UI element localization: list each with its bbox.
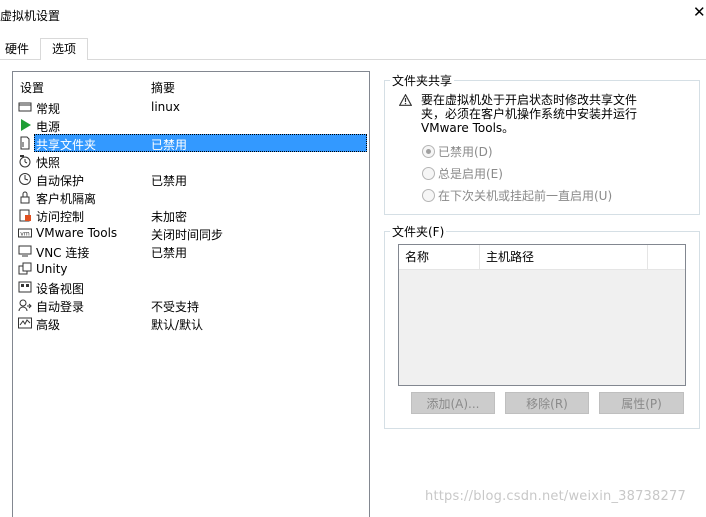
settings-row[interactable]: 访问控制 未加密	[13, 206, 367, 224]
watermark: https://blog.csdn.net/weixin_38738277	[425, 489, 686, 504]
lock-icon	[20, 191, 30, 204]
settings-row-summary: 未加密	[151, 210, 188, 224]
warning-line: VMware Tools。	[421, 121, 515, 135]
folder-sharing-warning: 要在虚拟机处于开启状态时修改共享文件 夹，必须在客户机操作系统中安装并运行 VM…	[421, 93, 637, 135]
column-header-summary: 摘要	[151, 81, 176, 95]
remove-button[interactable]: 移除(R)	[505, 392, 589, 414]
settings-row-name: VNC 连接	[36, 246, 90, 260]
settings-row[interactable]: 设备视图	[13, 278, 367, 296]
add-button[interactable]: 添加(A)...	[411, 392, 495, 414]
settings-row-name: 快照	[36, 156, 61, 170]
settings-row-summary: 已禁用	[151, 174, 188, 188]
settings-row-summary: 默认/默认	[151, 318, 204, 332]
settings-row-name: 访问控制	[36, 210, 85, 224]
svg-text:vm: vm	[20, 231, 30, 238]
settings-row-summary: 关闭时间同步	[151, 228, 224, 242]
radio-label: 总是启用(E)	[438, 167, 503, 181]
access-control-icon	[19, 209, 31, 222]
window-title: 虚拟机设置	[0, 9, 61, 23]
settings-row[interactable]: VNC 连接 已禁用	[13, 242, 367, 260]
autoprotect-icon	[19, 173, 31, 185]
folders-title: 文件夹(F)	[390, 223, 447, 240]
settings-row[interactable]: Unity	[13, 260, 367, 278]
settings-row[interactable]: 共享文件夹 已禁用	[13, 134, 367, 152]
tab-hardware[interactable]: 硬件	[1, 40, 33, 58]
settings-row-name: 自动登录	[36, 300, 85, 314]
settings-row-name: VMware Tools	[36, 226, 118, 240]
settings-row[interactable]: 电源	[13, 116, 367, 134]
snapshot-icon	[19, 155, 31, 168]
radio-label: 已禁用(D)	[438, 145, 493, 159]
vnc-icon	[18, 245, 32, 257]
radio-button[interactable]	[422, 167, 435, 180]
device-view-icon	[18, 281, 32, 293]
settings-row-summary: 已禁用	[151, 246, 188, 260]
settings-row[interactable]: 自动登录 不受支持	[13, 296, 367, 314]
radio-disabled[interactable]: 已禁用(D)	[422, 143, 493, 159]
properties-button[interactable]: 属性(P)	[599, 392, 684, 414]
column-header-setting: 设置	[20, 81, 45, 95]
settings-row-name: 常规	[36, 102, 61, 116]
autologin-icon	[18, 299, 32, 312]
folders-table[interactable]: 名称 主机路径	[398, 244, 686, 386]
shared-folder-icon	[20, 136, 30, 150]
radio-always-enabled[interactable]: 总是启用(E)	[422, 165, 503, 181]
close-icon[interactable]: ✕	[693, 3, 706, 21]
settings-row[interactable]: 高级 默认/默认	[13, 314, 367, 332]
settings-row[interactable]: 常规 linux	[13, 98, 367, 116]
settings-row-summary: 不受支持	[151, 300, 200, 314]
general-icon	[18, 102, 32, 112]
settings-row-summary: linux	[151, 100, 180, 114]
column-header-host-path[interactable]: 主机路径	[480, 245, 648, 270]
settings-row-summary: 已禁用	[151, 138, 188, 152]
radio-button[interactable]	[422, 189, 435, 202]
settings-row[interactable]: 自动保护 已禁用	[13, 170, 367, 188]
settings-row-name: 自动保护	[36, 174, 85, 188]
advanced-icon	[18, 317, 32, 329]
radio-button-checked[interactable]	[422, 145, 435, 158]
column-header-name[interactable]: 名称	[399, 245, 480, 270]
tab-options[interactable]: 选项	[40, 38, 88, 60]
settings-row-name: 客户机隔离	[36, 192, 97, 206]
settings-row-name: 共享文件夹	[36, 138, 97, 152]
settings-row[interactable]: vm VMware Tools 关闭时间同步	[13, 224, 367, 242]
settings-row-name: 设备视图	[36, 282, 85, 296]
settings-row[interactable]: 客户机隔离	[13, 188, 367, 206]
warning-line: 夹，必须在客户机操作系统中安装并运行	[421, 107, 638, 121]
unity-icon	[18, 262, 32, 275]
warning-line: 要在虚拟机处于开启状态时修改共享文件	[421, 93, 638, 107]
warning-icon	[399, 94, 412, 106]
column-header-empty	[648, 245, 685, 270]
settings-row[interactable]: 快照	[13, 152, 367, 170]
settings-row-name: Unity	[36, 262, 68, 276]
power-icon	[21, 119, 31, 131]
settings-row-name: 电源	[36, 120, 61, 134]
radio-enabled-until-poweroff[interactable]: 在下次关机或挂起前一直启用(U)	[422, 187, 612, 203]
settings-row-name: 高级	[36, 318, 61, 332]
folder-sharing-title: 文件夹共享	[390, 72, 455, 89]
vmware-tools-icon: vm	[18, 228, 32, 238]
radio-label: 在下次关机或挂起前一直启用(U)	[438, 189, 613, 203]
